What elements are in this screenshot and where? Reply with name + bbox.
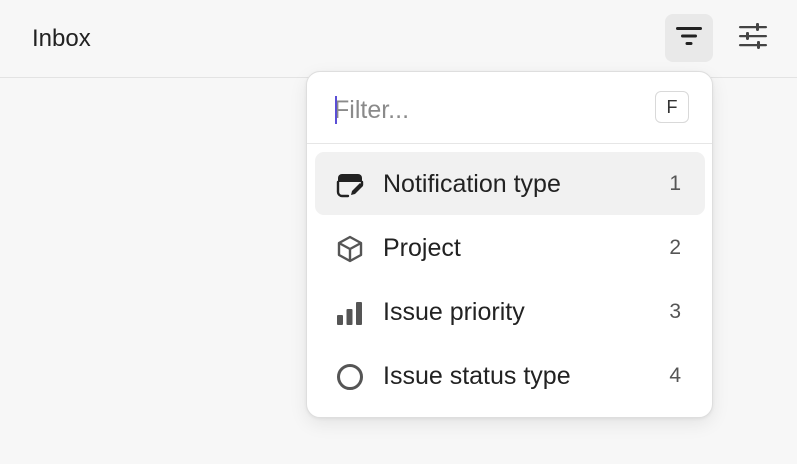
header-bar: Inbox <box>0 0 797 78</box>
sliders-icon <box>738 22 768 54</box>
filter-dropdown-menu: F Notification type 1 Project <box>306 71 713 418</box>
menu-item-label: Notification type <box>383 170 561 198</box>
notification-type-icon <box>335 170 365 200</box>
filter-shortcut-key: F <box>655 91 689 123</box>
filter-search-row: F <box>307 72 712 144</box>
filter-icon <box>675 25 703 52</box>
menu-item-shortcut: 4 <box>669 364 681 387</box>
menu-item-label: Issue priority <box>383 298 525 326</box>
app-window: Inbox Filter... F Notification type 1 Pr… <box>0 0 797 464</box>
page-title: Inbox <box>32 25 91 52</box>
menu-item-issue-priority[interactable]: Issue priority 3 <box>315 280 705 343</box>
display-options-button[interactable] <box>729 14 777 62</box>
filter-search-input[interactable] <box>334 90 634 130</box>
menu-item-project[interactable]: Project 2 <box>315 216 705 279</box>
cube-icon <box>335 234 365 264</box>
menu-item-shortcut: 1 <box>669 172 681 195</box>
menu-item-label: Project <box>383 234 461 262</box>
filter-button[interactable] <box>665 14 713 62</box>
menu-item-issue-status-type[interactable]: Issue status type 4 <box>315 344 705 407</box>
circle-status-icon <box>335 362 365 392</box>
menu-item-shortcut: 2 <box>669 236 681 259</box>
text-caret <box>335 96 337 124</box>
menu-item-shortcut: 3 <box>669 300 681 323</box>
menu-item-notification-type[interactable]: Notification type 1 <box>315 152 705 215</box>
menu-item-label: Issue status type <box>383 362 571 390</box>
priority-bars-icon <box>335 298 365 328</box>
